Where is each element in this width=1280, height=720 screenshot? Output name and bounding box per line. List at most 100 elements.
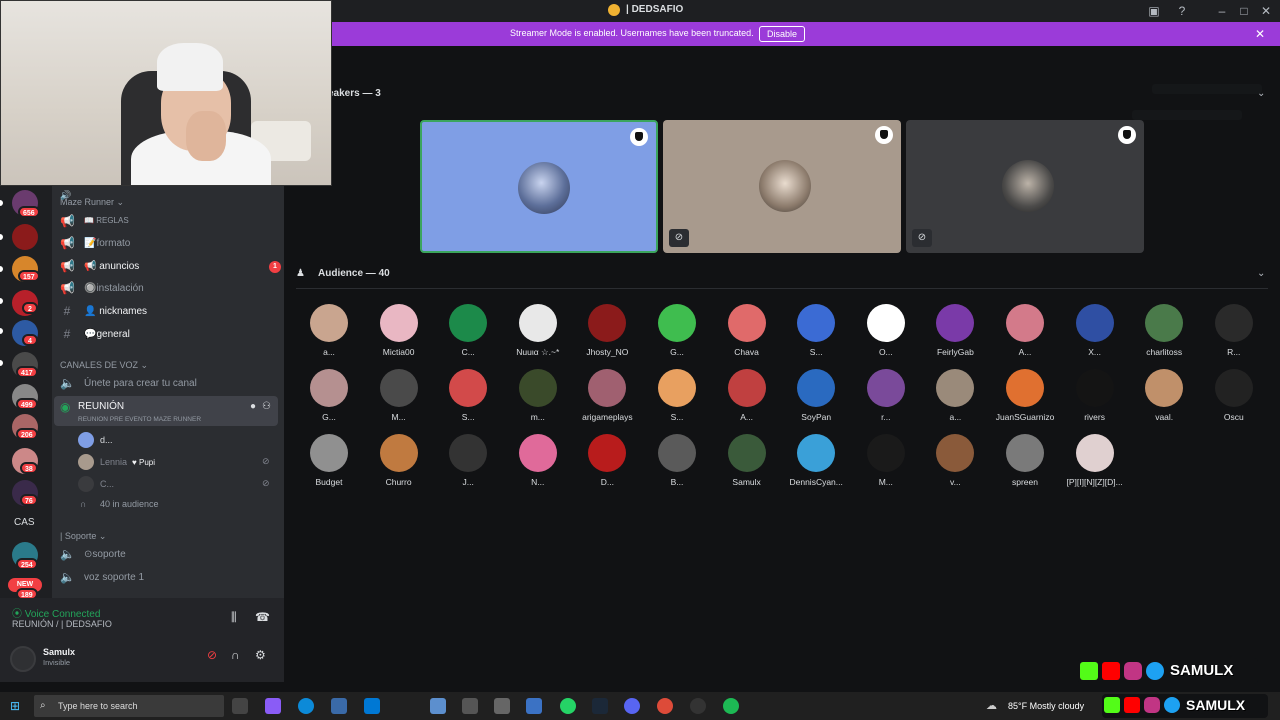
- audience-member[interactable]: arigameplays: [572, 369, 642, 429]
- app-icon[interactable]: [430, 698, 446, 714]
- audience-member[interactable]: Oscu: [1199, 369, 1269, 429]
- audience-member[interactable]: v...: [920, 434, 990, 494]
- audience-member[interactable]: [P][I][N][Z][D]...: [1060, 434, 1130, 494]
- category-soporte[interactable]: | Soporte ⌄: [60, 531, 106, 542]
- voice-channel-name[interactable]: REUNIÓN / | DEDSAFIO: [12, 619, 112, 629]
- audience-count[interactable]: 40 in audience: [100, 499, 159, 509]
- obs-icon[interactable]: [690, 698, 706, 714]
- minimize-button[interactable]: –: [1214, 3, 1230, 19]
- audience-member[interactable]: R...: [1199, 304, 1269, 364]
- steam-icon[interactable]: [592, 698, 608, 714]
- chevron-down-icon[interactable]: ⌄: [1257, 268, 1265, 279]
- task-view-icon[interactable]: [232, 698, 248, 714]
- audience-member[interactable]: a...: [920, 369, 990, 429]
- audience-member[interactable]: S...: [781, 304, 851, 364]
- audience-member[interactable]: M...: [851, 434, 921, 494]
- audience-member[interactable]: M...: [364, 369, 434, 429]
- audience-member[interactable]: SoyPan: [781, 369, 851, 429]
- channel-formato[interactable]: 📢 📝formato: [60, 234, 278, 254]
- speaker-tile[interactable]: [420, 120, 658, 253]
- voice-user-name[interactable]: C...: [100, 479, 114, 489]
- server-folder-label[interactable]: CAS: [14, 517, 35, 528]
- disconnect-icon[interactable]: ☎: [255, 610, 270, 624]
- channel-soporte[interactable]: 🔈 ⊙soporte: [60, 545, 278, 565]
- close-banner-icon[interactable]: ✕: [1255, 27, 1265, 41]
- chrome-icon[interactable]: [657, 698, 673, 714]
- audience-member[interactable]: Samulx: [712, 434, 782, 494]
- taskbar-search[interactable]: ⌕ Type here to search: [34, 695, 224, 717]
- audience-member[interactable]: D...: [572, 434, 642, 494]
- close-window-button[interactable]: ✕: [1258, 3, 1274, 19]
- channel-anuncios[interactable]: 📢 📢 anuncios 1: [60, 257, 281, 277]
- add-member-icon[interactable]: ⚇: [262, 401, 271, 412]
- audience-member[interactable]: O...: [851, 304, 921, 364]
- discord-icon[interactable]: [624, 698, 640, 714]
- noise-suppression-icon[interactable]: ⫼: [231, 610, 237, 625]
- voice-user-name[interactable]: d...: [100, 435, 113, 445]
- audience-member[interactable]: JuanSGuarnizo: [990, 369, 1060, 429]
- voice-user-name[interactable]: Lennia: [100, 457, 127, 467]
- speaker-tile[interactable]: ⊘: [663, 120, 901, 253]
- inbox-icon[interactable]: ▣: [1146, 3, 1162, 19]
- member-avatar: [658, 369, 696, 407]
- server-icon[interactable]: [12, 224, 38, 250]
- audience-member[interactable]: G...: [642, 304, 712, 364]
- whatsapp-icon[interactable]: [560, 698, 576, 714]
- audience-member[interactable]: X...: [1060, 304, 1130, 364]
- settings-gear-icon[interactable]: ⚙: [255, 648, 266, 662]
- channel-nicknames[interactable]: # 👤 nicknames: [60, 302, 278, 322]
- audience-member[interactable]: Mictia00: [364, 304, 434, 364]
- spotify-icon[interactable]: [723, 698, 739, 714]
- speaker-icon: 🔈: [60, 547, 75, 561]
- speaker-tile[interactable]: ⊘: [906, 120, 1144, 253]
- app-icon[interactable]: [526, 698, 542, 714]
- edge-icon[interactable]: [298, 698, 314, 714]
- audience-member[interactable]: vaal.: [1129, 369, 1199, 429]
- audience-member[interactable]: Jhosty_NO: [572, 304, 642, 364]
- audience-member[interactable]: A...: [990, 304, 1060, 364]
- channel-voz-soporte[interactable]: 🔈 voz soporte 1: [60, 568, 278, 588]
- chat-icon[interactable]: ●: [250, 401, 256, 412]
- help-icon[interactable]: ?: [1174, 3, 1190, 19]
- channel-reglas[interactable]: 📢 📖 REGLAS: [60, 212, 278, 232]
- audience-member[interactable]: charlitoss: [1129, 304, 1199, 364]
- user-avatar[interactable]: [10, 646, 36, 672]
- outlook-icon[interactable]: [364, 698, 380, 714]
- disable-streamer-mode-button[interactable]: Disable: [759, 26, 806, 42]
- copilot-icon[interactable]: [265, 698, 281, 714]
- server-badge: 4: [22, 334, 38, 346]
- channel-reunion[interactable]: ◉ REUNIÓN REUNION PRE EVENTO MAZE RUNNER…: [54, 396, 278, 426]
- audience-member[interactable]: S...: [433, 369, 503, 429]
- audience-member[interactable]: spreen: [990, 434, 1060, 494]
- category-voice[interactable]: CANALES DE VOZ ⌄: [60, 360, 148, 371]
- file-icon[interactable]: [331, 698, 347, 714]
- windows-start-icon[interactable]: ⊞: [10, 699, 20, 713]
- audience-member[interactable]: DennisCyan...: [781, 434, 851, 494]
- mute-mic-icon[interactable]: ⊘: [207, 648, 217, 662]
- audience-member[interactable]: a...: [294, 304, 364, 364]
- audience-member[interactable]: r...: [851, 369, 921, 429]
- speaker-avatar: [1002, 160, 1054, 212]
- weather-text[interactable]: 85°F Mostly cloudy: [1008, 701, 1084, 711]
- audience-member[interactable]: rivers: [1060, 369, 1130, 429]
- audience-member[interactable]: A...: [712, 369, 782, 429]
- audience-member[interactable]: B...: [642, 434, 712, 494]
- channel-instalacion[interactable]: 📢 🔘instalación: [60, 279, 278, 299]
- channel-create-voice[interactable]: 🔈 Únete para crear tu canal: [60, 374, 278, 394]
- app-icon[interactable]: [462, 698, 478, 714]
- audience-member[interactable]: G...: [294, 369, 364, 429]
- app-icon[interactable]: [494, 698, 510, 714]
- audience-member[interactable]: Chava: [712, 304, 782, 364]
- audience-member[interactable]: Budget: [294, 434, 364, 494]
- audience-member[interactable]: FeirlyGab: [920, 304, 990, 364]
- audience-member[interactable]: N...: [503, 434, 573, 494]
- channel-general[interactable]: # 💬general: [60, 325, 278, 345]
- audience-member[interactable]: Churro: [364, 434, 434, 494]
- audience-member[interactable]: S...: [642, 369, 712, 429]
- maximize-button[interactable]: □: [1236, 3, 1252, 19]
- audience-member[interactable]: m...: [503, 369, 573, 429]
- audience-member[interactable]: J...: [433, 434, 503, 494]
- audience-member[interactable]: Nuuια ☆.~*: [503, 304, 573, 364]
- headphones-icon[interactable]: ∩: [231, 648, 240, 662]
- audience-member[interactable]: C...: [433, 304, 503, 364]
